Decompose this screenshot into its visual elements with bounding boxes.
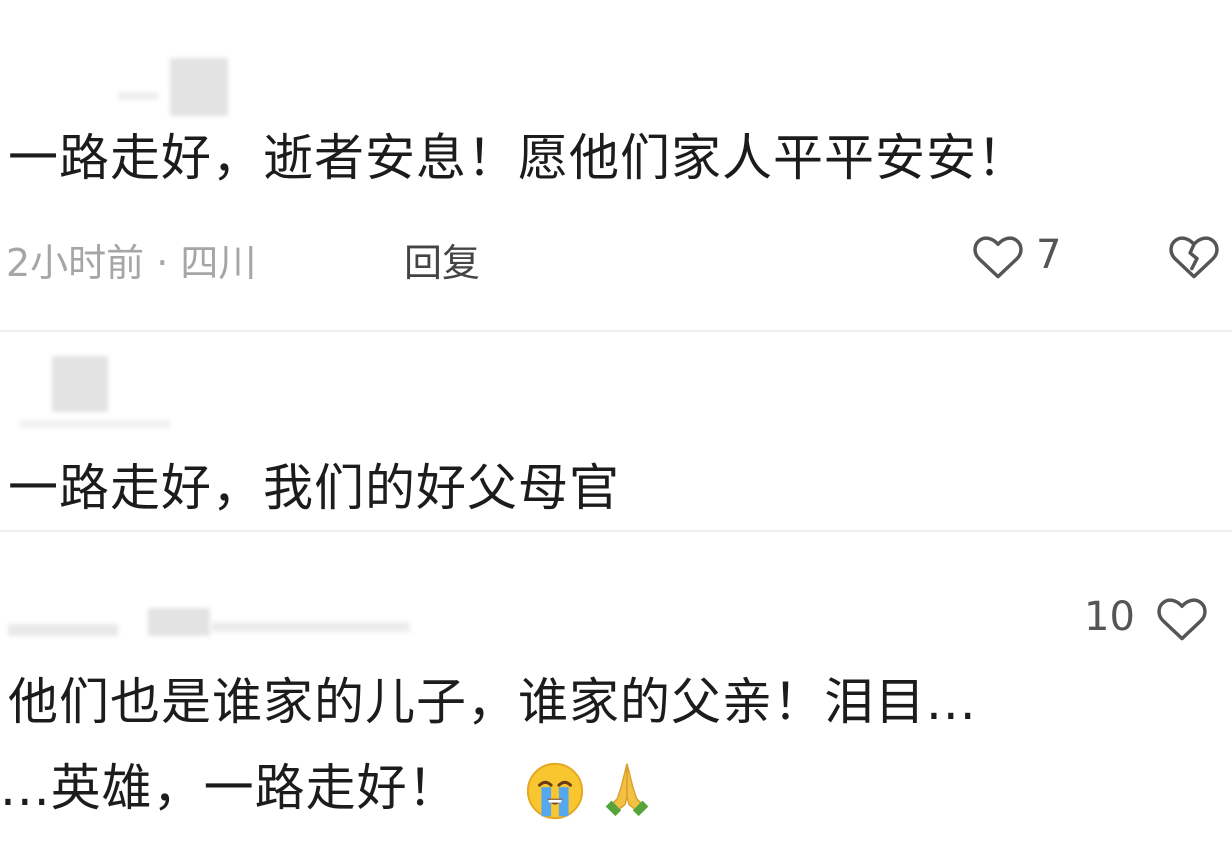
comment-text-line1: 他们也是谁家的儿子，谁家的父亲！泪目... — [8, 673, 977, 731]
metadata-blurred — [210, 622, 410, 632]
like-count: 7 — [1036, 232, 1062, 278]
username-blurred[interactable] — [8, 624, 118, 636]
comment-time-location: 2小时前 · 四川 — [6, 241, 257, 285]
broken-heart-icon[interactable] — [1168, 232, 1220, 284]
username-blurred[interactable] — [20, 420, 170, 428]
comment-item: 一路走好，我们的好父母官 — [0, 330, 1232, 532]
avatar-blurred[interactable] — [170, 58, 228, 116]
comment-text: 一路走好，逝者安息！愿他们家人平平安安！ — [8, 129, 1028, 187]
comment-text-line2: ...英雄，一路走好！ — [0, 759, 459, 817]
like-count: 10 — [1084, 594, 1135, 640]
avatar-blurred[interactable] — [52, 356, 108, 412]
heart-outline-icon[interactable] — [1156, 594, 1208, 646]
loudly-crying-face-emoji — [524, 760, 584, 820]
reply-button[interactable]: 回复 — [404, 232, 480, 287]
comment-item: 10 他们也是谁家的儿子，谁家的父亲！泪目... ...英雄，一路走好！ — [0, 530, 1232, 842]
folded-hands-emoji — [596, 758, 650, 817]
avatar-blurred[interactable] — [148, 608, 210, 636]
heart-outline-icon[interactable] — [972, 232, 1024, 284]
username-blurred[interactable] — [118, 92, 158, 100]
comment-text: 一路走好，我们的好父母官 — [8, 459, 620, 517]
comment-item: 一路走好，逝者安息！愿他们家人平平安安！ 2小时前 · 四川 回复 7 — [0, 0, 1232, 330]
